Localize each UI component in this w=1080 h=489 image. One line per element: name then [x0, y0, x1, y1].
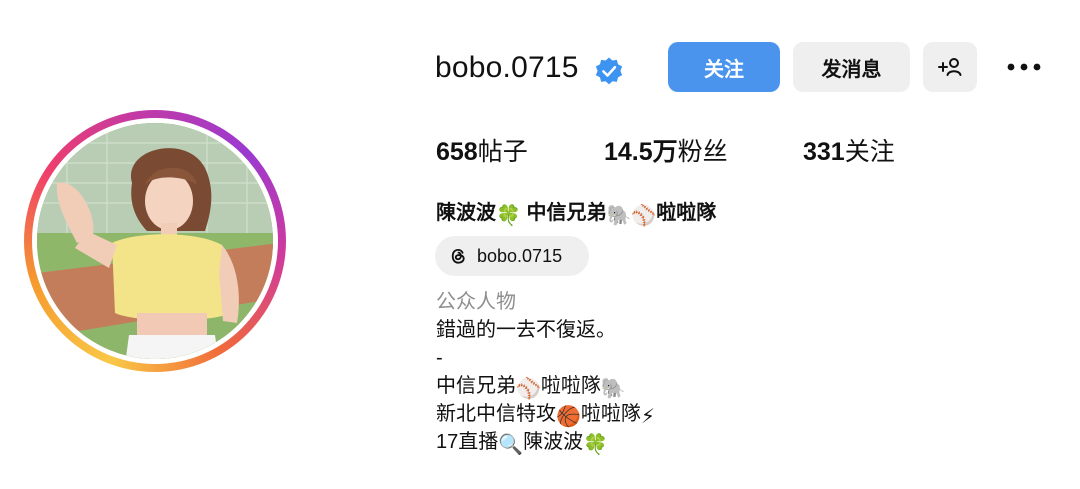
profile-full-name: 陳波波🍀 中信兄弟🐘⚾啦啦隊 — [436, 199, 716, 230]
posts-number: 658 — [436, 138, 478, 166]
clover-emoji: 🍀 — [583, 434, 609, 456]
followers-label: 粉丝 — [677, 138, 728, 166]
profile-category: 公众人物 — [436, 291, 516, 313]
bio-line-5: 17直播🔍陳波波🍀 — [436, 431, 609, 456]
baseball-emoji: ⚾ — [631, 205, 657, 227]
following-number: 331 — [803, 138, 845, 166]
followers-number: 14.5万 — [604, 138, 678, 166]
bio-line-4: 新北中信特攻🏀啦啦隊⚡ — [436, 403, 655, 428]
profile-avatar[interactable] — [37, 123, 273, 359]
magnifier-emoji: 🔍 — [498, 434, 524, 456]
profile-avatar-ring[interactable] — [24, 110, 286, 372]
message-button[interactable]: 发消息 — [793, 42, 910, 92]
posts-label: 帖子 — [477, 138, 528, 166]
bio-line-2: - — [436, 347, 443, 369]
add-user-icon — [938, 58, 962, 76]
profile-username: bobo.0715 — [435, 51, 579, 84]
bio-line-1: 錯過的一去不復返。 — [436, 319, 616, 341]
threads-link[interactable]: bobo.0715 — [435, 236, 589, 276]
avatar-photo — [37, 123, 273, 359]
lightning-emoji: ⚡ — [640, 406, 655, 428]
basketball-emoji: 🏀 — [556, 406, 581, 428]
add-user-button[interactable] — [923, 42, 977, 92]
more-options-icon[interactable] — [1005, 52, 1043, 82]
elephant-emoji: 🐘 — [600, 378, 626, 400]
followers-count[interactable]: 14.5万粉丝 — [604, 136, 728, 168]
follow-button[interactable]: 关注 — [668, 42, 780, 92]
baseball-emoji: ⚾ — [516, 378, 541, 400]
bio-line-3: 中信兄弟⚾啦啦隊🐘 — [436, 375, 626, 400]
verified-badge-icon — [595, 57, 623, 85]
threads-handle: bobo.0715 — [477, 245, 563, 266]
posts-count: 658帖子 — [436, 136, 528, 168]
following-label: 关注 — [844, 138, 895, 166]
elephant-emoji: 🐘 — [606, 205, 632, 227]
clover-emoji: 🍀 — [496, 205, 521, 227]
following-count[interactable]: 331关注 — [803, 136, 895, 168]
threads-icon — [451, 248, 465, 264]
